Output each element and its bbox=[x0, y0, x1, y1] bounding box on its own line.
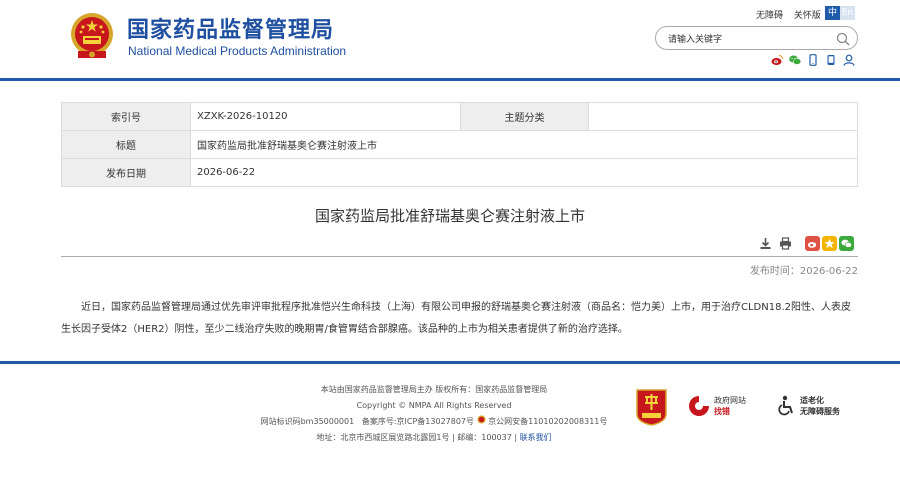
date-value: 2026-06-22 bbox=[190, 158, 858, 187]
print-icon[interactable] bbox=[779, 237, 792, 250]
site-header: 国家药品监督管理局 National Medical Products Admi… bbox=[0, 0, 900, 78]
footer-sponsor: 本站由国家药品监督管理局主办 版权所有：国家药品监督管理局 bbox=[320, 385, 548, 394]
download-icon[interactable] bbox=[759, 237, 772, 250]
wechat-icon[interactable] bbox=[789, 54, 801, 66]
footer-address: 地址：北京市西城区展览路北露园1号 | 邮编：100037 | 联系我们 bbox=[259, 430, 609, 446]
search-input[interactable] bbox=[668, 30, 838, 50]
footer-copyright: Copyright © NMPA All Rights Reserved bbox=[356, 401, 512, 410]
gov-site-icon bbox=[689, 396, 709, 416]
meta-row-date: 发布日期 2026-06-22 bbox=[61, 158, 858, 187]
share-qzone-icon[interactable] bbox=[822, 236, 837, 251]
contact-us-link[interactable]: 联系我们 bbox=[520, 433, 552, 442]
site-footer: 本站由国家药品监督管理局主办 版权所有：国家药品监督管理局 Copyright … bbox=[259, 382, 609, 446]
elderly-friendly-label: 适老化 bbox=[800, 396, 824, 405]
category-value bbox=[588, 102, 858, 131]
site-id: 网站标识码bm35000001 bbox=[260, 417, 355, 426]
app-icon[interactable] bbox=[825, 54, 837, 66]
accessibility-link[interactable]: 无障碍 bbox=[756, 11, 783, 21]
document-meta-table: 索引号 XZXK-2026-10120 主题分类 标题 国家药监局批准舒瑞基奥仑… bbox=[61, 102, 858, 187]
gov-site-label: 政府网站 bbox=[714, 396, 746, 405]
search-icon[interactable] bbox=[836, 32, 850, 46]
wheelchair-icon bbox=[778, 395, 793, 416]
title-value: 国家药监局批准舒瑞基奥仑赛注射液上市 bbox=[190, 130, 858, 159]
article-title: 国家药监局批准舒瑞基奥仑赛注射液上市 bbox=[314, 207, 585, 225]
article-body: 近日，国家药品监督管理局通过优先审评审批程序批准恺兴生命科技（上海）有限公司申报… bbox=[61, 302, 851, 335]
accessibility-service[interactable]: 适老化 无障碍服务 bbox=[776, 393, 856, 419]
national-emblem-icon bbox=[71, 13, 113, 58]
index-label: 索引号 bbox=[61, 102, 191, 131]
top-links: 无障碍 关怀版 bbox=[756, 8, 829, 21]
search-box bbox=[655, 26, 858, 50]
address-text: 地址：北京市西城区展览路北露园1号 | 邮编：100037 | bbox=[316, 433, 518, 442]
site-title-en[interactable]: National Medical Products Administration bbox=[128, 44, 346, 58]
title-label: 标题 bbox=[61, 130, 191, 159]
category-label: 主题分类 bbox=[460, 102, 589, 131]
share-buttons bbox=[805, 236, 854, 251]
icp-link[interactable]: 备案序号:京ICP备13027807号 bbox=[362, 417, 474, 426]
footer-registration: 网站标识码bm35000001 备案序号:京ICP备13027807号 京公网安… bbox=[259, 414, 609, 430]
user-icon[interactable] bbox=[843, 54, 855, 66]
police-link[interactable]: 京公网安备11010202008311号 bbox=[488, 417, 607, 426]
index-value: XZXK-2026-10120 bbox=[190, 102, 461, 131]
site-title-cn[interactable]: 国家药品监督管理局 bbox=[127, 12, 334, 44]
meta-row-title: 标题 国家药监局批准舒瑞基奥仑赛注射液上市 bbox=[61, 130, 858, 159]
party-org-badge-icon[interactable] bbox=[635, 388, 668, 426]
footer-divider bbox=[0, 361, 900, 364]
mobile-icon[interactable] bbox=[807, 54, 819, 66]
article-divider bbox=[61, 256, 858, 257]
accessibility-service-label: 无障碍服务 bbox=[800, 407, 840, 416]
find-error-label: 找错 bbox=[714, 407, 730, 416]
lang-cn-button[interactable]: 中 bbox=[825, 6, 840, 20]
publish-time: 发布时间：2026-06-22 bbox=[749, 266, 858, 277]
meta-row-index: 索引号 XZXK-2026-10120 主题分类 bbox=[61, 102, 858, 131]
date-label: 发布日期 bbox=[61, 158, 191, 187]
share-wechat-icon[interactable] bbox=[839, 236, 854, 251]
social-links bbox=[771, 54, 855, 66]
language-switch: 中 En bbox=[825, 6, 855, 20]
police-badge-icon bbox=[477, 415, 486, 424]
care-mode-link[interactable]: 关怀版 bbox=[794, 11, 821, 21]
share-weibo-icon[interactable] bbox=[805, 236, 820, 251]
weibo-icon[interactable] bbox=[771, 54, 783, 66]
lang-en-button[interactable]: En bbox=[840, 6, 855, 20]
header-divider bbox=[0, 78, 900, 81]
gov-site-error-report[interactable]: 政府网站 找错 bbox=[688, 391, 758, 421]
article-tools bbox=[759, 237, 792, 250]
